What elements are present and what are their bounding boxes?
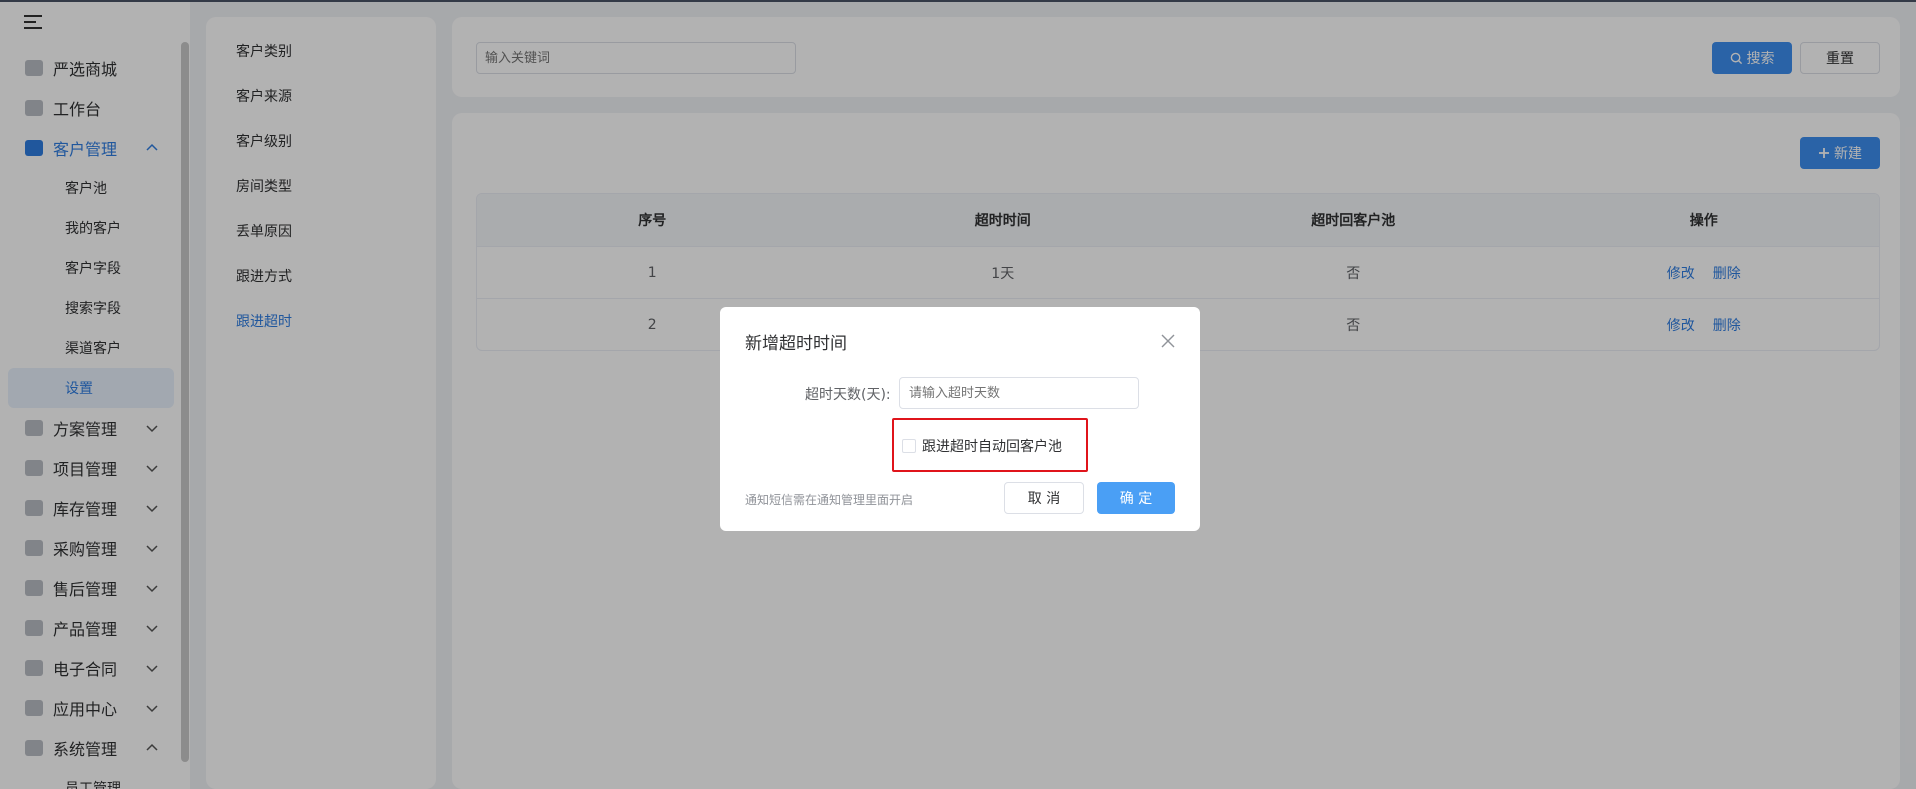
confirm-button-label: 确 定 (1119, 491, 1153, 507)
timeout-days-label: 超时天数(天): (805, 387, 891, 403)
dialog-title: 新增超时时间 (745, 334, 847, 354)
cancel-button[interactable]: 取 消 (1004, 482, 1084, 514)
checkbox-square[interactable] (902, 439, 916, 453)
confirm-button[interactable]: 确 定 (1097, 482, 1175, 514)
close-icon[interactable] (1160, 333, 1176, 349)
checkbox-label: 跟进超时自动回客户池 (922, 439, 1062, 455)
sms-hint-text: 通知短信需在通知管理里面开启 (745, 493, 914, 507)
add-timeout-dialog: 新增超时时间 超时天数(天): 跟进超时自动回客户池 通知短信需在通知管理里面开… (720, 307, 1200, 531)
cancel-button-label: 取 消 (1027, 491, 1061, 507)
timeout-days-input[interactable] (899, 377, 1139, 409)
auto-return-checkbox[interactable]: 跟进超时自动回客户池 (902, 436, 1062, 456)
